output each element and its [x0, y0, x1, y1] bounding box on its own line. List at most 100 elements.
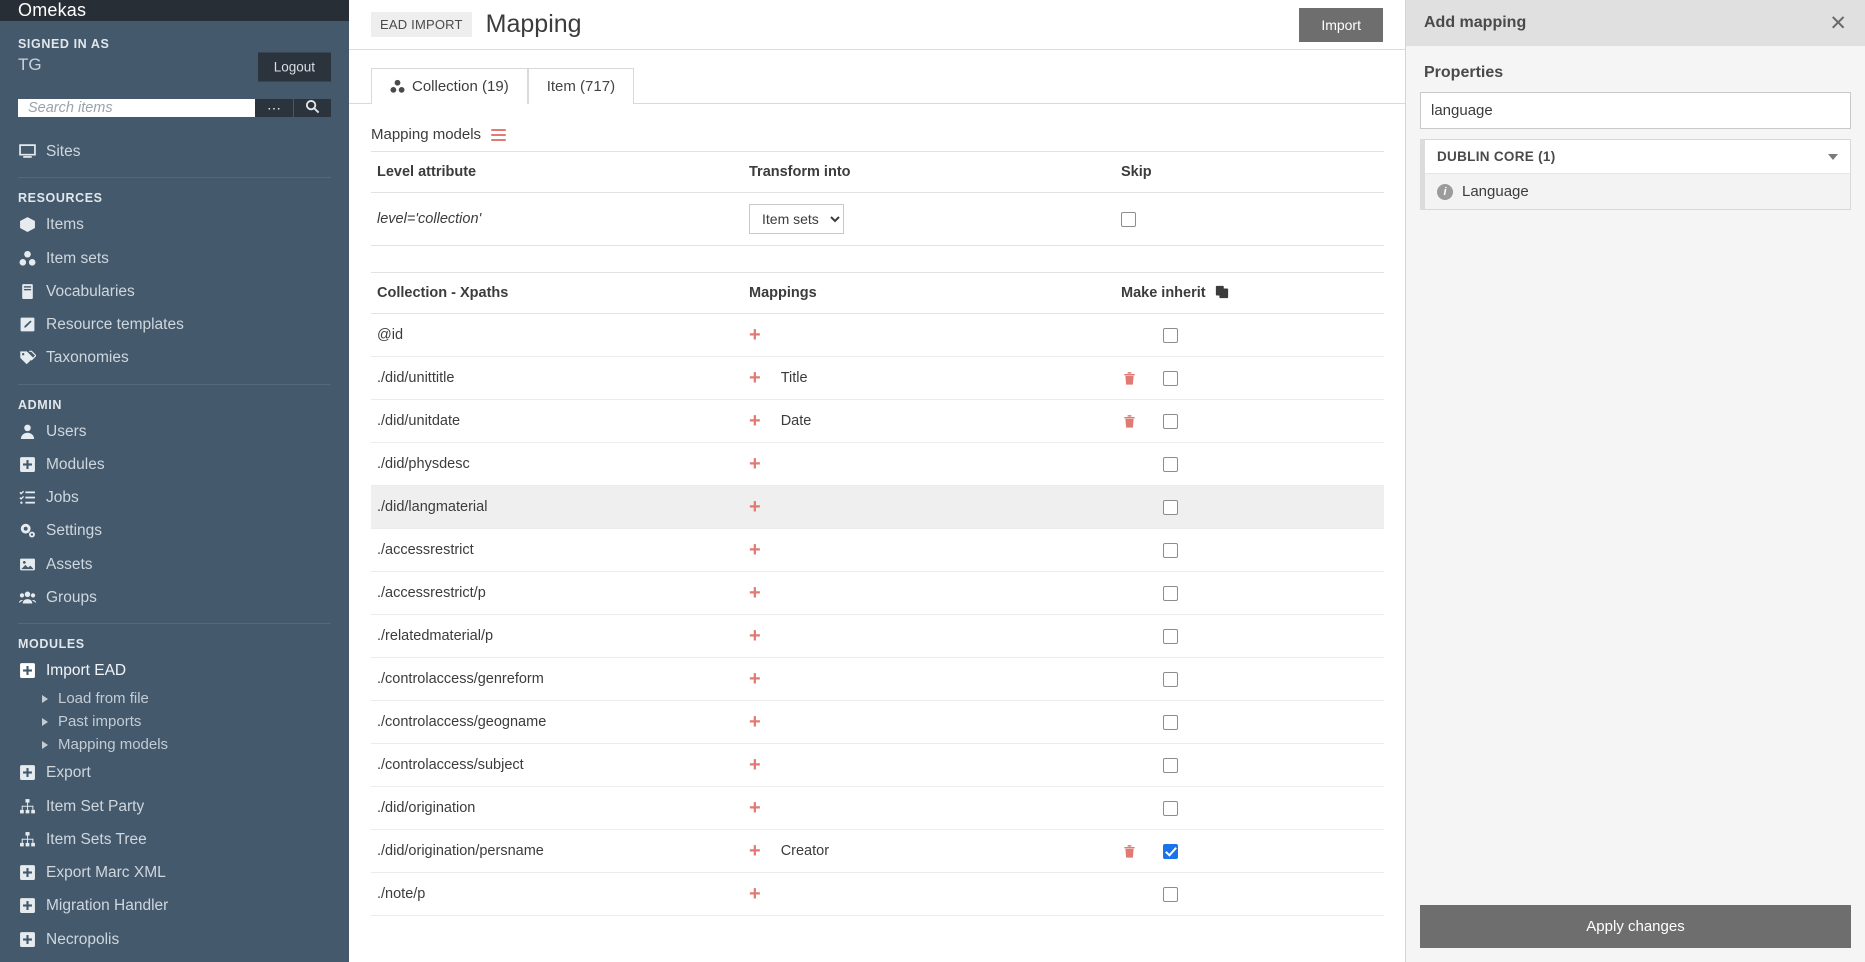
sidebar-item-necropolis[interactable]: Necropolis [0, 923, 349, 956]
sidebar-item-label: Users [46, 422, 87, 440]
tab-collection[interactable]: Collection (19) [371, 68, 528, 104]
make-inherit-cell [1115, 485, 1384, 529]
mapping-models-label: Mapping models [371, 126, 482, 143]
tab-item[interactable]: Item (717) [527, 68, 635, 104]
plus-icon[interactable]: + [749, 626, 761, 646]
property-search-input[interactable] [1420, 92, 1851, 129]
plus-icon[interactable]: + [749, 884, 761, 904]
plus-icon[interactable]: + [749, 540, 761, 560]
plus-icon[interactable]: + [749, 669, 761, 689]
import-button[interactable]: Import [1299, 7, 1383, 42]
nav-divider [18, 383, 331, 385]
make-inherit-checkbox[interactable] [1163, 628, 1178, 644]
sidebar: Omekas SIGNED IN AS TG Logout ⋯ [0, 0, 349, 962]
sidebar-item-export[interactable]: Export [0, 756, 349, 789]
sidebar-item-modules[interactable]: Modules [0, 448, 349, 481]
mapping-cell: + [743, 657, 1115, 701]
plus-icon[interactable]: + [749, 497, 761, 517]
sidebar-item-label: Export Marc XML [46, 864, 166, 881]
property-item-language[interactable]: i Language [1425, 174, 1850, 209]
sidebar-item-item-set-party[interactable]: Item Set Party [0, 790, 349, 823]
sidebar-item-assets[interactable]: Assets [0, 548, 349, 581]
plus-icon[interactable]: + [749, 755, 761, 775]
column-level-attribute: Level attribute [371, 151, 743, 193]
sidebar-item-taxonomies[interactable]: Taxonomies [0, 341, 349, 374]
sidebar-subitem-load-from-file[interactable]: Load from file [0, 687, 349, 710]
plus-icon[interactable]: + [749, 368, 761, 388]
sidebar-item-label: Export [46, 764, 91, 782]
make-inherit-checkbox[interactable] [1163, 886, 1178, 902]
sidebar-subitem-mapping-models[interactable]: Mapping models [0, 733, 349, 756]
caret-right-icon [42, 717, 48, 726]
sidebar-item-label: Assets [46, 555, 93, 573]
make-inherit-cell [1115, 700, 1384, 744]
sidebar-item-items[interactable]: Items [0, 208, 349, 241]
plus-icon[interactable]: + [749, 325, 761, 345]
xpath-value: ./note/p [371, 872, 743, 916]
logout-button[interactable]: Logout [257, 52, 331, 82]
plus-icon[interactable]: + [749, 583, 761, 603]
transform-into-select[interactable]: Item sets Items [749, 204, 844, 234]
trash-icon[interactable] [1121, 844, 1137, 859]
hamburger-icon[interactable] [491, 128, 507, 141]
close-icon[interactable]: ✕ [1829, 13, 1847, 34]
user-icon [18, 422, 37, 441]
sidebar-item-resource-templates[interactable]: Resource templates [0, 308, 349, 341]
trash-icon[interactable] [1121, 371, 1137, 386]
apply-changes-button[interactable]: Apply changes [1420, 905, 1851, 948]
sidebar-item-settings[interactable]: Settings [0, 514, 349, 547]
sidebar-item-item-sets-tree[interactable]: Item Sets Tree [0, 823, 349, 856]
column-make-inherit: Make inherit [1115, 272, 1384, 314]
make-inherit-checkbox[interactable] [1163, 714, 1178, 730]
chevron-down-icon [1828, 153, 1838, 160]
make-inherit-checkbox[interactable] [1163, 757, 1178, 773]
trash-icon[interactable] [1121, 414, 1137, 429]
sidebar-item-jobs[interactable]: Jobs [0, 481, 349, 514]
make-inherit-checkbox[interactable] [1163, 499, 1178, 515]
sidebar-item-users[interactable]: Users [0, 415, 349, 448]
search-input[interactable] [18, 99, 255, 117]
make-inherit-cell [1115, 829, 1384, 873]
make-inherit-cell [1115, 356, 1384, 400]
tag-icon [18, 348, 37, 367]
plus-icon[interactable]: + [749, 712, 761, 732]
make-inherit-checkbox[interactable] [1163, 370, 1178, 386]
breadcrumb[interactable]: EAD IMPORT [371, 12, 472, 37]
make-inherit-checkbox[interactable] [1163, 456, 1178, 472]
content-area: Collection (19) Item (717) Mapping model… [349, 50, 1405, 962]
sitemap-icon [18, 797, 37, 816]
plus-icon[interactable]: + [749, 841, 761, 861]
make-inherit-checkbox[interactable] [1163, 843, 1178, 859]
mapping-cell: + [743, 442, 1115, 486]
skip-checkbox[interactable] [1121, 211, 1136, 227]
sidebar-item-label: Migration Handler [46, 897, 169, 915]
mapping-cell: + [743, 700, 1115, 744]
search-submit-button[interactable] [293, 99, 331, 117]
sidebar-subitem-label: Past imports [58, 713, 142, 731]
sidebar-item-import-ead[interactable]: Import EAD [0, 654, 349, 687]
make-inherit-checkbox[interactable] [1163, 800, 1178, 816]
copy-icon[interactable] [1215, 285, 1229, 299]
vocabulary-group-dublin-core[interactable]: DUBLIN CORE (1) [1425, 140, 1850, 174]
sidebar-item-vocabularies[interactable]: Vocabularies [0, 275, 349, 308]
make-inherit-checkbox[interactable] [1163, 413, 1178, 429]
plus-icon[interactable]: + [749, 454, 761, 474]
mapping-cell: + Title [743, 356, 1115, 400]
sidebar-item-groups[interactable]: Groups [0, 581, 349, 614]
plus-icon[interactable]: + [749, 798, 761, 818]
sidebar-item-item-sets[interactable]: Item sets [0, 242, 349, 275]
sidebar-item-label: Modules [46, 455, 105, 473]
xpath-value: ./accessrestrict/p [371, 571, 743, 615]
advanced-search-button[interactable]: ⋯ [255, 99, 293, 117]
make-inherit-checkbox[interactable] [1163, 585, 1178, 601]
make-inherit-checkbox[interactable] [1163, 327, 1178, 343]
sidebar-item-migration-handler[interactable]: Migration Handler [0, 889, 349, 922]
plus-icon[interactable]: + [749, 411, 761, 431]
sidebar-subitem-past-imports[interactable]: Past imports [0, 710, 349, 733]
info-icon[interactable]: i [1437, 183, 1453, 200]
sidebar-item-export-marc-xml[interactable]: Export Marc XML [0, 856, 349, 889]
make-inherit-checkbox[interactable] [1163, 542, 1178, 558]
sidebar-item-sites[interactable]: Sites [0, 135, 349, 168]
sidebar-item-search[interactable]: Search [0, 956, 349, 962]
make-inherit-checkbox[interactable] [1163, 671, 1178, 687]
